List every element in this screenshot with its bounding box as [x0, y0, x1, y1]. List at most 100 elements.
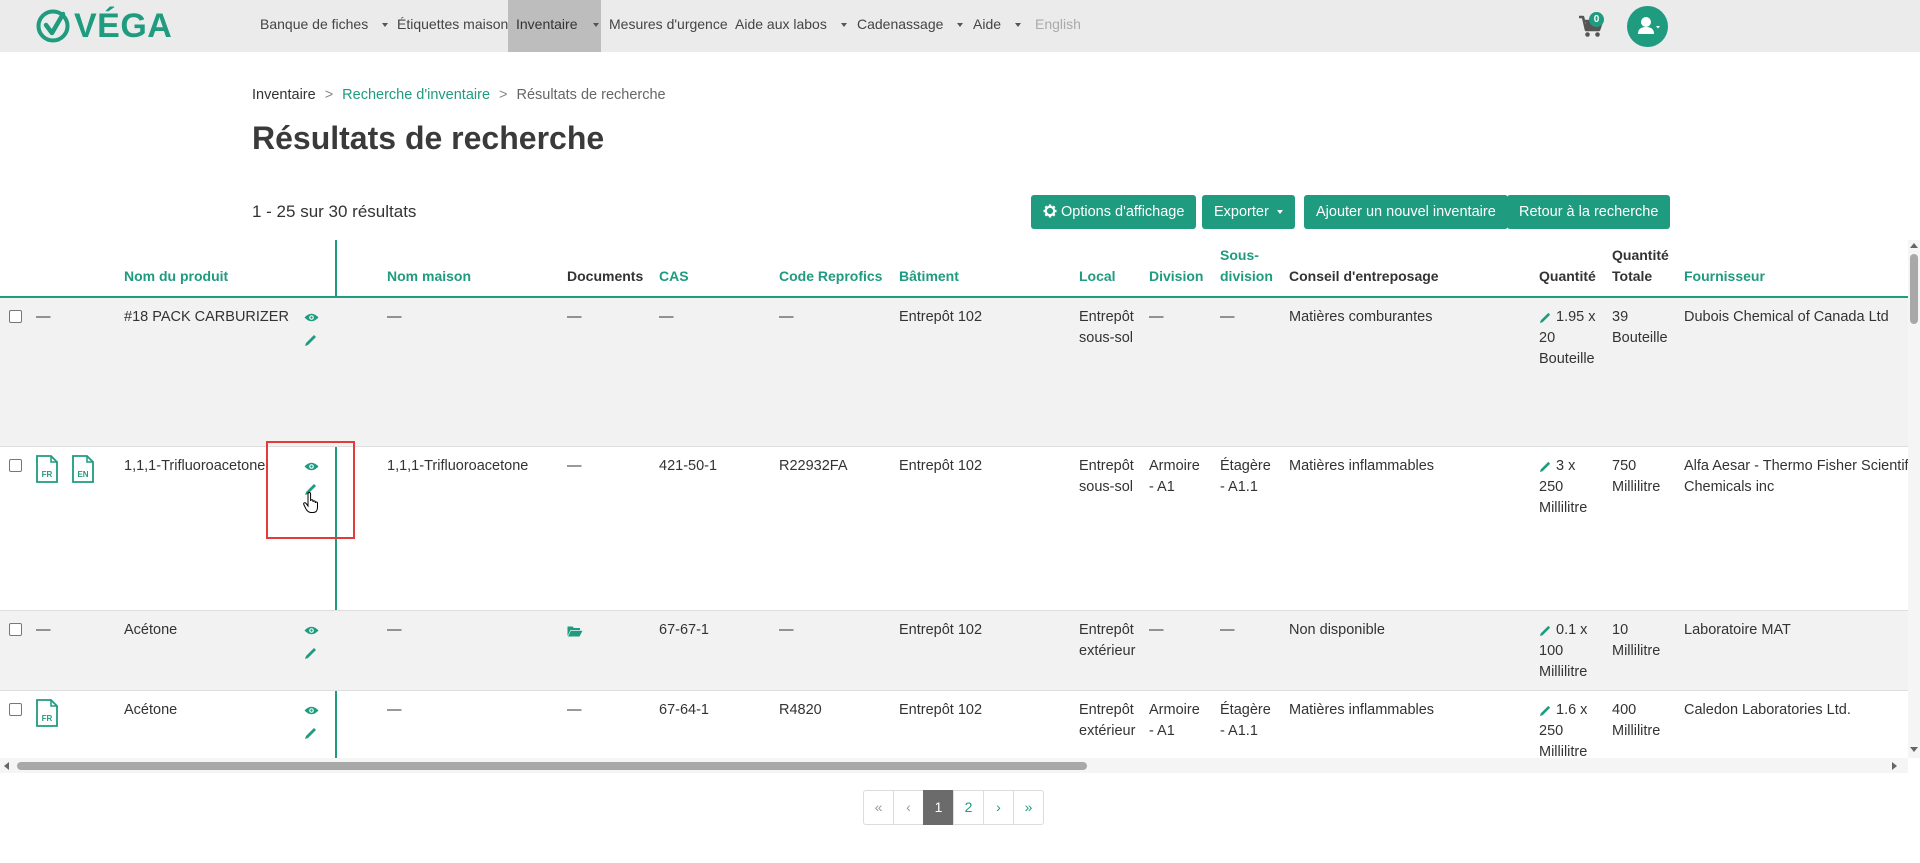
chevron-down-icon: [1276, 210, 1283, 215]
pencil-edit-icon[interactable]: [304, 333, 318, 347]
quantity-size: 100: [1539, 643, 1564, 659]
gear-icon: [1043, 204, 1057, 218]
room: Entrepôt extérieur: [1079, 702, 1136, 739]
col-total-quantity: Quantité Totale: [1612, 247, 1669, 284]
nav-etiquettes-maison[interactable]: Étiquettes maison: [389, 0, 516, 52]
back-to-search-button[interactable]: Retour à la recherche: [1507, 195, 1671, 229]
page-first[interactable]: «: [863, 790, 894, 825]
nav-language-english[interactable]: English: [1027, 0, 1089, 52]
nav-cadenassage[interactable]: Cadenassage: [849, 0, 971, 52]
breadcrumb-recherche-inventaire[interactable]: Recherche d'inventaire: [342, 87, 490, 103]
col-division[interactable]: Division: [1149, 266, 1203, 287]
col-room[interactable]: Local: [1079, 266, 1116, 287]
house-name: —: [387, 309, 402, 325]
display-options-button[interactable]: Options d'affichage: [1031, 195, 1197, 229]
page-1[interactable]: 1: [923, 790, 954, 825]
reprofics-code: R22932FA: [779, 458, 848, 474]
vertical-scroll-thumb[interactable]: [1910, 254, 1918, 324]
col-supplier[interactable]: Fournisseur: [1684, 266, 1765, 287]
scroll-down-icon[interactable]: [1910, 747, 1918, 752]
add-inventory-button[interactable]: Ajouter un nouvel inventaire: [1304, 195, 1508, 229]
subdivision: Étagère - A1.1: [1220, 458, 1271, 495]
breadcrumb-current: Résultats de recherche: [516, 87, 666, 103]
cart-count-badge: 0: [1589, 12, 1604, 27]
en-document-icon[interactable]: EN: [72, 455, 94, 483]
nav-mesures-urgence[interactable]: Mesures d'urgence: [601, 0, 736, 52]
user-menu-button[interactable]: [1627, 6, 1668, 47]
export-button[interactable]: Exporter: [1202, 195, 1295, 229]
product-name: 1,1,1-Trifluoroacetone: [124, 458, 266, 474]
fr-document-icon[interactable]: FR: [36, 455, 58, 483]
nav-aide[interactable]: Aide: [965, 0, 1029, 52]
page-last[interactable]: »: [1013, 790, 1044, 825]
col-product[interactable]: Nom du produit: [124, 266, 228, 287]
nav-banque-de-fiches[interactable]: Banque de fiches: [252, 0, 396, 52]
col-reprofics[interactable]: Code Reprofics: [779, 266, 882, 287]
col-documents: Documents: [567, 268, 644, 284]
quantity-size: 250: [1539, 479, 1564, 495]
house-name: —: [387, 622, 402, 638]
horizontal-scroll-thumb[interactable]: [17, 762, 1087, 770]
total-quantity: 400 Millilitre: [1612, 702, 1661, 739]
supplier: Laboratoire MAT: [1684, 622, 1791, 638]
top-navbar: VÉGA Banque de fiches Étiquettes maison …: [0, 0, 1920, 52]
quantity: 0.1 x: [1556, 622, 1588, 638]
eye-view-icon[interactable]: [304, 625, 319, 636]
quantity: 3 x: [1556, 458, 1576, 474]
chevron-down-icon: [957, 23, 964, 28]
col-cas[interactable]: CAS: [659, 266, 689, 287]
page-2[interactable]: 2: [953, 790, 984, 825]
row-select-checkbox[interactable]: [9, 459, 22, 472]
pencil-edit-icon[interactable]: [1539, 311, 1552, 324]
breadcrumb-inventaire[interactable]: Inventaire: [252, 87, 316, 103]
chevron-down-icon: [840, 23, 847, 28]
row-select-checkbox[interactable]: [9, 310, 22, 323]
supplier: Dubois Chemical of Canada Ltd: [1684, 309, 1889, 325]
row-select-checkbox[interactable]: [9, 623, 22, 636]
quantity: 1.6 x: [1556, 702, 1588, 718]
svg-text:FR: FR: [42, 470, 53, 479]
building: Entrepôt 102: [899, 309, 983, 325]
scroll-left-icon[interactable]: [4, 762, 9, 770]
col-subdivision[interactable]: Sous-division: [1220, 245, 1276, 287]
quantity: 1.95 x: [1556, 309, 1596, 325]
documents: —: [567, 702, 582, 718]
row-select-checkbox[interactable]: [9, 703, 22, 716]
horizontal-scrollbar[interactable]: [0, 758, 1908, 773]
pencil-edit-icon[interactable]: [1539, 704, 1552, 717]
fr-document-icon[interactable]: FR: [36, 699, 58, 727]
room: Entrepôt sous-sol: [1079, 309, 1134, 346]
vega-logo[interactable]: VÉGA: [36, 9, 172, 43]
pencil-edit-icon[interactable]: [304, 726, 318, 740]
vertical-scrollbar[interactable]: [1908, 240, 1920, 758]
cas-number: —: [659, 309, 674, 325]
col-house-name[interactable]: Nom maison: [387, 266, 471, 287]
row-flag: —: [36, 622, 51, 638]
nav-aide-aux-labos[interactable]: Aide aux labos: [727, 0, 855, 52]
pencil-edit-icon[interactable]: [304, 646, 318, 660]
folder-open-icon[interactable]: [567, 625, 583, 637]
pagination: « ‹ 1 2 › »: [863, 790, 1044, 825]
pencil-edit-icon[interactable]: [1539, 460, 1552, 473]
page-next[interactable]: ›: [983, 790, 1014, 825]
cas-number: 67-64-1: [659, 702, 709, 718]
total-quantity: 39 Bouteille: [1612, 309, 1668, 346]
nav-inventaire[interactable]: Inventaire: [508, 0, 601, 52]
col-quantity: Quantité: [1539, 268, 1596, 284]
cas-number: 421-50-1: [659, 458, 718, 474]
documents: —: [567, 309, 582, 325]
supplier: Alfa Aesar - Thermo Fisher Scientific Che…: [1684, 458, 1908, 495]
svg-text:FR: FR: [42, 714, 53, 723]
eye-view-icon[interactable]: [304, 705, 319, 716]
col-storage: Conseil d'entreposage: [1289, 268, 1439, 284]
scroll-right-icon[interactable]: [1892, 762, 1897, 770]
quantity-unit: Millilitre: [1539, 744, 1588, 758]
total-quantity: 10 Millilitre: [1612, 622, 1661, 659]
storage-advice: Non disponible: [1289, 622, 1385, 638]
col-building[interactable]: Bâtiment: [899, 266, 959, 287]
page-prev[interactable]: ‹: [893, 790, 924, 825]
pencil-edit-icon[interactable]: [1539, 624, 1552, 637]
eye-view-icon[interactable]: [304, 312, 319, 323]
quantity-unit: Millilitre: [1539, 664, 1588, 680]
scroll-up-icon[interactable]: [1910, 243, 1918, 248]
